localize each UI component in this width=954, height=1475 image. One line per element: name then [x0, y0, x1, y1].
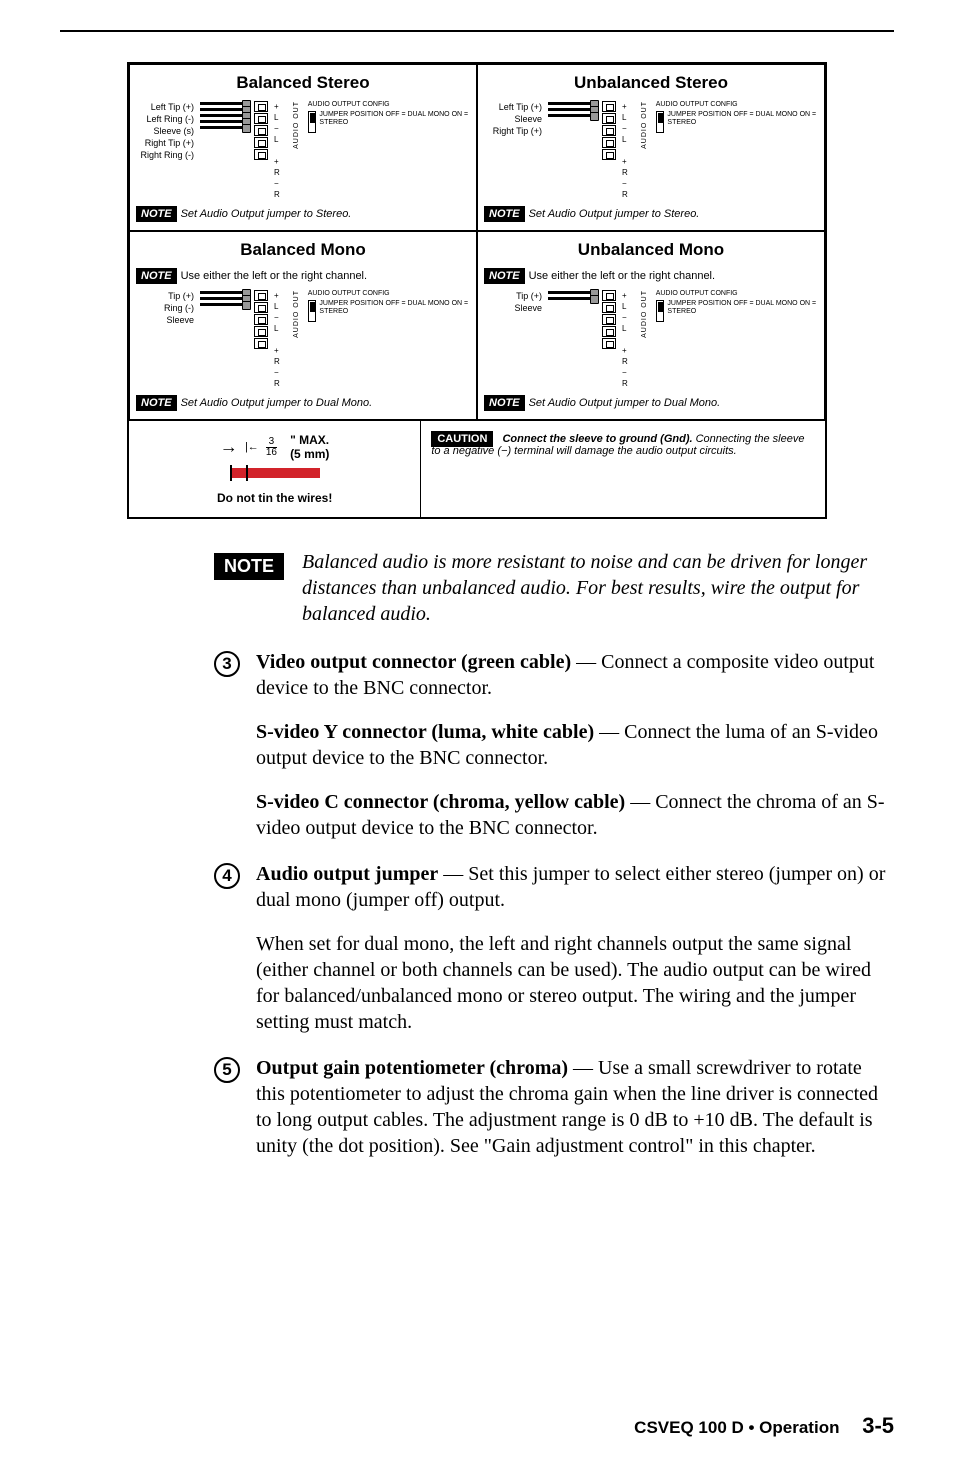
terminal-block-icon	[254, 101, 268, 160]
page-footer: CSVEQ 100 D • Operation 3-5	[634, 1413, 894, 1439]
main-note: NOTE Balanced audio is more resistant to…	[214, 549, 894, 627]
note-text: Set Audio Output jumper to Stereo.	[181, 208, 352, 220]
jumper-icon	[308, 300, 317, 322]
note-text: Set Audio Output jumper to Stereo.	[529, 208, 700, 220]
item-3-p2-bold: S-video Y connector (luma, white cable)	[256, 721, 594, 743]
footer-title: CSVEQ 100 D • Operation	[634, 1418, 839, 1437]
unbalanced-stereo-title: Unbalanced Stereo	[484, 73, 818, 93]
note-text: Balanced audio is more resistant to nois…	[302, 549, 894, 627]
terminal-block-icon	[602, 101, 616, 160]
unbalanced-mono-cell: Unbalanced Mono NOTE Use either the left …	[477, 231, 825, 420]
balanced-mono-title: Balanced Mono	[136, 240, 470, 260]
note-text: Set Audio Output jumper to Dual Mono.	[529, 397, 721, 409]
wire-lines	[548, 101, 596, 117]
wire-labels: Tip (+) Ring (-) Sleeve	[136, 290, 194, 326]
caution-bold: Connect the sleeve to ground (Gnd).	[502, 433, 692, 445]
page-top-rule	[60, 30, 894, 32]
number-circle-icon: 5	[214, 1057, 240, 1083]
caution-row: → |← 3 16 " MAX. (5 mm) Do not tin the w…	[129, 420, 825, 517]
balanced-stereo-cell: Balanced Stereo Left Tip (+) Left Ring (…	[129, 64, 477, 231]
footer-page: 3-5	[862, 1413, 894, 1438]
jumper-icon	[656, 111, 665, 133]
item-3-p3-bold: S-video C connector (chroma, yellow cabl…	[256, 791, 625, 813]
config-label: AUDIO OUTPUT CONFIG JUMPER POSITION OFF …	[656, 290, 818, 322]
note-tag: NOTE	[484, 206, 525, 222]
wire-labels: Left Tip (+) Left Ring (-) Sleeve (s) Ri…	[136, 101, 194, 161]
note-tag: NOTE	[136, 395, 177, 411]
jumper-icon	[308, 111, 317, 133]
tin-note: Do not tin the wires!	[139, 491, 410, 505]
audio-out-label: AUDIO OUT	[293, 290, 300, 338]
pin-labels: + L− L + R− R	[622, 290, 633, 389]
note-tag: NOTE	[214, 553, 284, 580]
max-label: " MAX.	[290, 433, 329, 447]
wire-labels: Tip (+) Sleeve	[484, 290, 542, 314]
either-note: Use either the left or the right channel…	[181, 270, 368, 282]
jumper-icon	[656, 300, 665, 322]
either-note: Use either the left or the right channel…	[529, 270, 716, 282]
number-circle-icon: 4	[214, 863, 240, 889]
wiring-diagram: Balanced Stereo Left Tip (+) Left Ring (…	[127, 62, 827, 519]
item-3-p1-bold: Video output connector (green cable)	[256, 651, 571, 673]
item-4: 4 Audio output jumper — Set this jumper …	[214, 861, 894, 1035]
balanced-stereo-title: Balanced Stereo	[136, 73, 470, 93]
config-label: AUDIO OUTPUT CONFIG JUMPER POSITION OFF …	[308, 290, 470, 322]
audio-out-label: AUDIO OUT	[641, 290, 648, 338]
pin-labels: + L− L + R− R	[274, 290, 285, 389]
fraction-icon: 3 16	[266, 437, 277, 458]
wire-labels: Left Tip (+) Sleeve Right Tip (+)	[484, 101, 542, 137]
unbalanced-mono-title: Unbalanced Mono	[484, 240, 818, 260]
number-circle-icon: 3	[214, 651, 240, 677]
note-tag: NOTE	[136, 206, 177, 222]
wire-lines	[200, 290, 248, 306]
red-wire-icon	[230, 468, 320, 478]
item-5: 5 Output gain potentiometer (chroma) — U…	[214, 1055, 894, 1159]
item-3: 3 Video output connector (green cable) —…	[214, 649, 894, 841]
pin-labels: + L− L + R− R	[274, 101, 285, 200]
audio-out-label: AUDIO OUT	[293, 101, 300, 149]
audio-out-label: AUDIO OUT	[641, 101, 648, 149]
wire-lines	[548, 290, 596, 300]
note-tag: NOTE	[484, 395, 525, 411]
pin-labels: + L− L + R− R	[622, 101, 633, 200]
item-4-p2: When set for dual mono, the left and rig…	[256, 931, 894, 1035]
note-tag: NOTE	[484, 268, 525, 284]
terminal-block-icon	[254, 290, 268, 349]
note-tag: NOTE	[136, 268, 177, 284]
wire-lines	[200, 101, 248, 129]
item-4-p1-bold: Audio output jumper	[256, 863, 438, 885]
balanced-mono-cell: Balanced Mono NOTE Use either the left or…	[129, 231, 477, 420]
unbalanced-stereo-cell: Unbalanced Stereo Left Tip (+) Sleeve Ri…	[477, 64, 825, 231]
item-5-p1-bold: Output gain potentiometer (chroma)	[256, 1057, 568, 1079]
config-label: AUDIO OUTPUT CONFIG JUMPER POSITION OFF …	[656, 101, 818, 133]
mm-label: (5 mm)	[290, 447, 329, 461]
note-text: Set Audio Output jumper to Dual Mono.	[181, 397, 373, 409]
config-label: AUDIO OUTPUT CONFIG JUMPER POSITION OFF …	[308, 101, 470, 133]
terminal-block-icon	[602, 290, 616, 349]
